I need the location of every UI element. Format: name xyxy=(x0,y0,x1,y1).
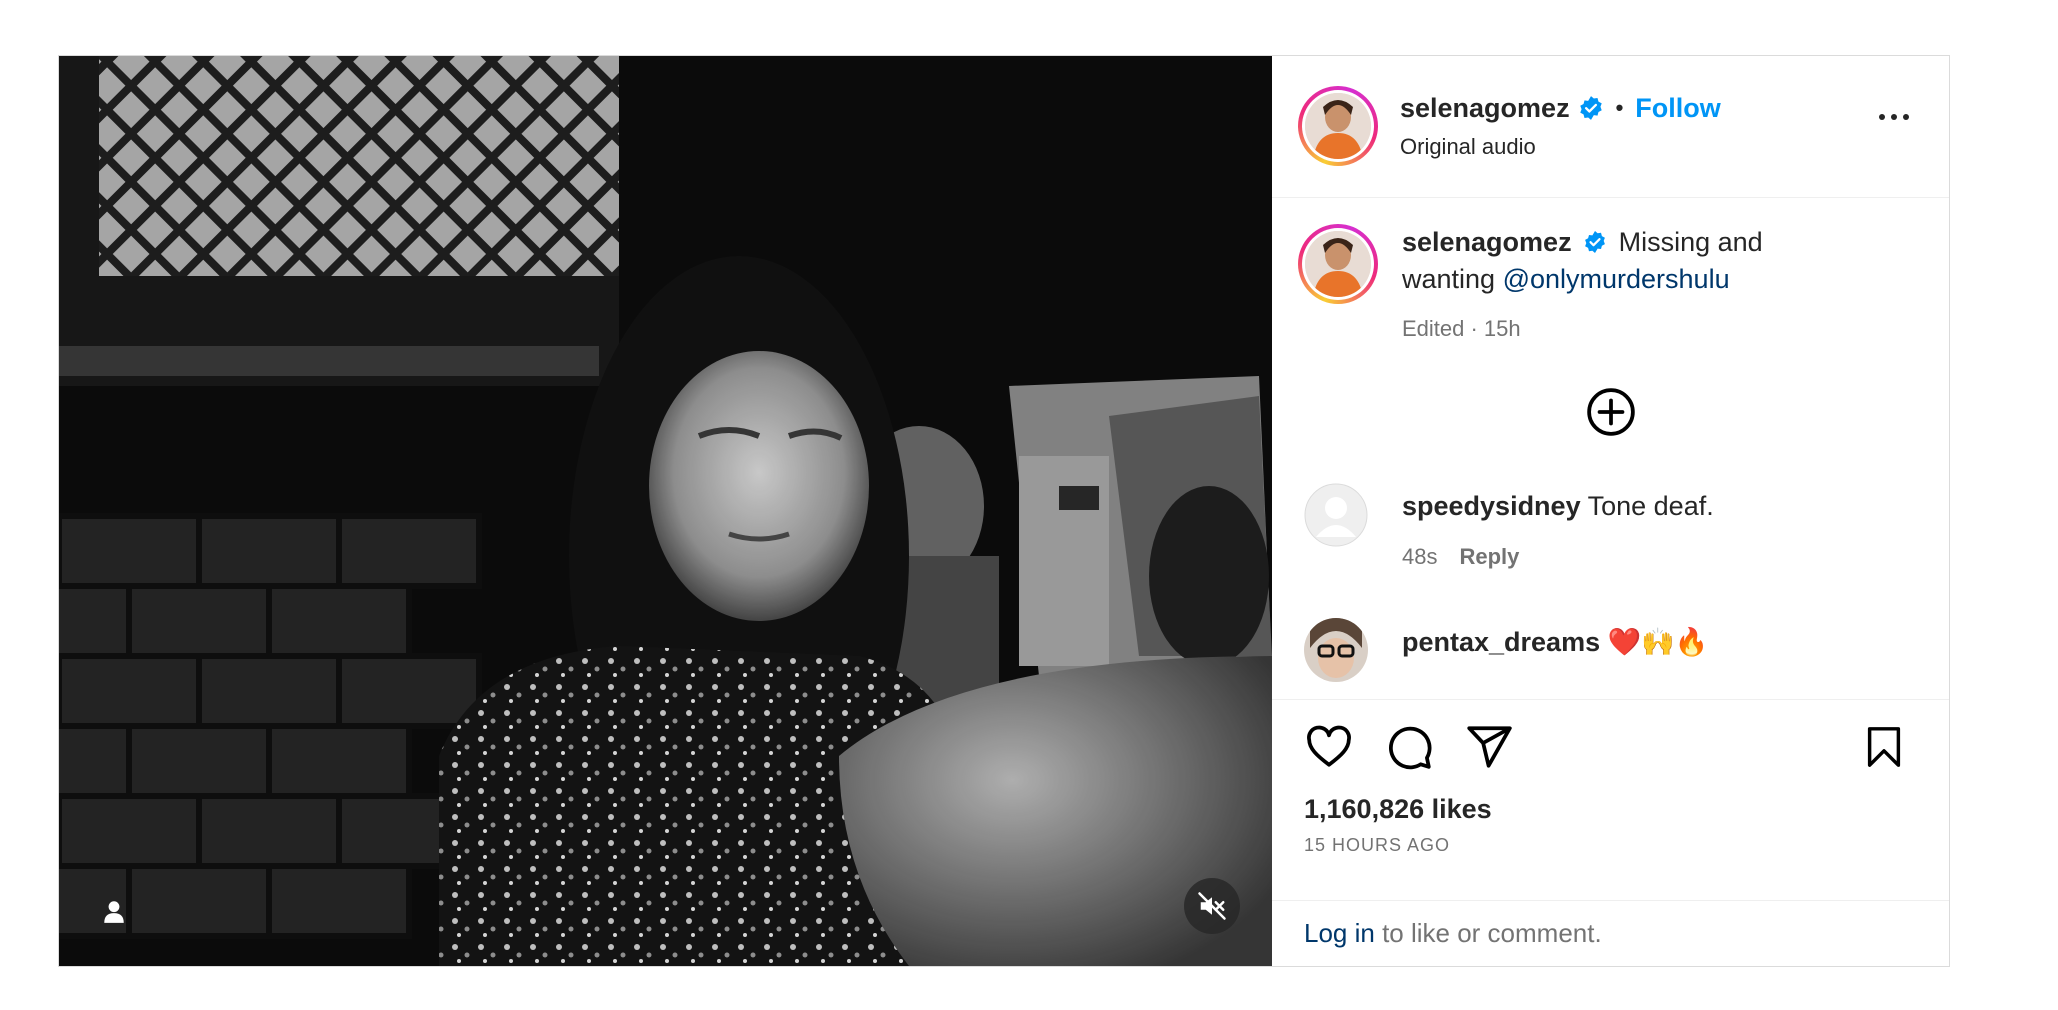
comment-text: Tone deaf. xyxy=(1587,490,1714,521)
send-icon[interactable] xyxy=(1464,722,1514,772)
post-caption: selenagomez Missing and wanting @onlymur… xyxy=(1272,198,1949,347)
commenter-avatar[interactable] xyxy=(1304,483,1368,547)
heart-icon[interactable] xyxy=(1304,722,1354,772)
comment-username[interactable]: speedysidney xyxy=(1402,491,1581,521)
comment-text: ❤️🙌🔥 xyxy=(1607,626,1709,657)
video-frame-image xyxy=(59,56,1272,966)
comment-item: speedysidney Tone deaf. 48s Reply xyxy=(1272,483,1949,570)
likes-count[interactable]: 1,160,826 likes xyxy=(1304,794,1917,825)
audio-link[interactable]: Original audio xyxy=(1400,134,1721,160)
comment-time: 48s xyxy=(1402,543,1438,569)
caption-username[interactable]: selenagomez xyxy=(1402,227,1572,257)
plus-circle-icon[interactable] xyxy=(1586,387,1636,437)
user-tag-icon xyxy=(104,901,124,923)
muted-speaker-icon xyxy=(1198,892,1226,920)
login-prompt-text: to like or comment. xyxy=(1374,918,1602,949)
author-username[interactable]: selenagomez xyxy=(1400,93,1570,124)
reply-button[interactable]: Reply xyxy=(1459,544,1519,569)
verified-badge-icon xyxy=(1579,96,1602,121)
separator-dot: • xyxy=(1615,95,1624,121)
caption-avatar[interactable] xyxy=(1298,223,1378,304)
verified-badge-icon xyxy=(1585,230,1605,253)
tagged-users-button[interactable] xyxy=(89,886,139,936)
post-actions: 1,160,826 likes 15 HOURS AGO xyxy=(1272,699,1949,900)
bookmark-icon[interactable] xyxy=(1861,722,1907,772)
comment-item: pentax_dreams ❤️🙌🔥 xyxy=(1272,617,1949,682)
caption-meta: Edited · 15h xyxy=(1402,315,1521,341)
login-link[interactable]: Log in xyxy=(1304,918,1375,949)
comments-section[interactable]: selenagomez Missing and wanting @onlymur… xyxy=(1272,198,1949,699)
commenter-avatar[interactable] xyxy=(1304,617,1368,682)
comment-bubble-icon[interactable] xyxy=(1384,722,1434,772)
author-avatar[interactable] xyxy=(1298,86,1378,167)
post-timestamp: 15 HOURS AGO xyxy=(1304,835,1451,856)
comment-username[interactable]: pentax_dreams xyxy=(1402,627,1600,657)
mute-toggle-button[interactable] xyxy=(1184,878,1240,934)
caption-mention-link[interactable]: @onlymurdershulu xyxy=(1503,264,1730,294)
more-options-icon[interactable] xyxy=(1879,114,1909,120)
post-video[interactable] xyxy=(59,56,1272,966)
instagram-post: selenagomez • Follow Original audio sele… xyxy=(58,55,1950,967)
login-prompt: Log in to like or comment. xyxy=(1272,900,1949,966)
follow-button[interactable]: Follow xyxy=(1635,93,1720,124)
post-header: selenagomez • Follow Original audio xyxy=(1272,56,1949,198)
post-side-panel: selenagomez • Follow Original audio sele… xyxy=(1272,56,1949,966)
